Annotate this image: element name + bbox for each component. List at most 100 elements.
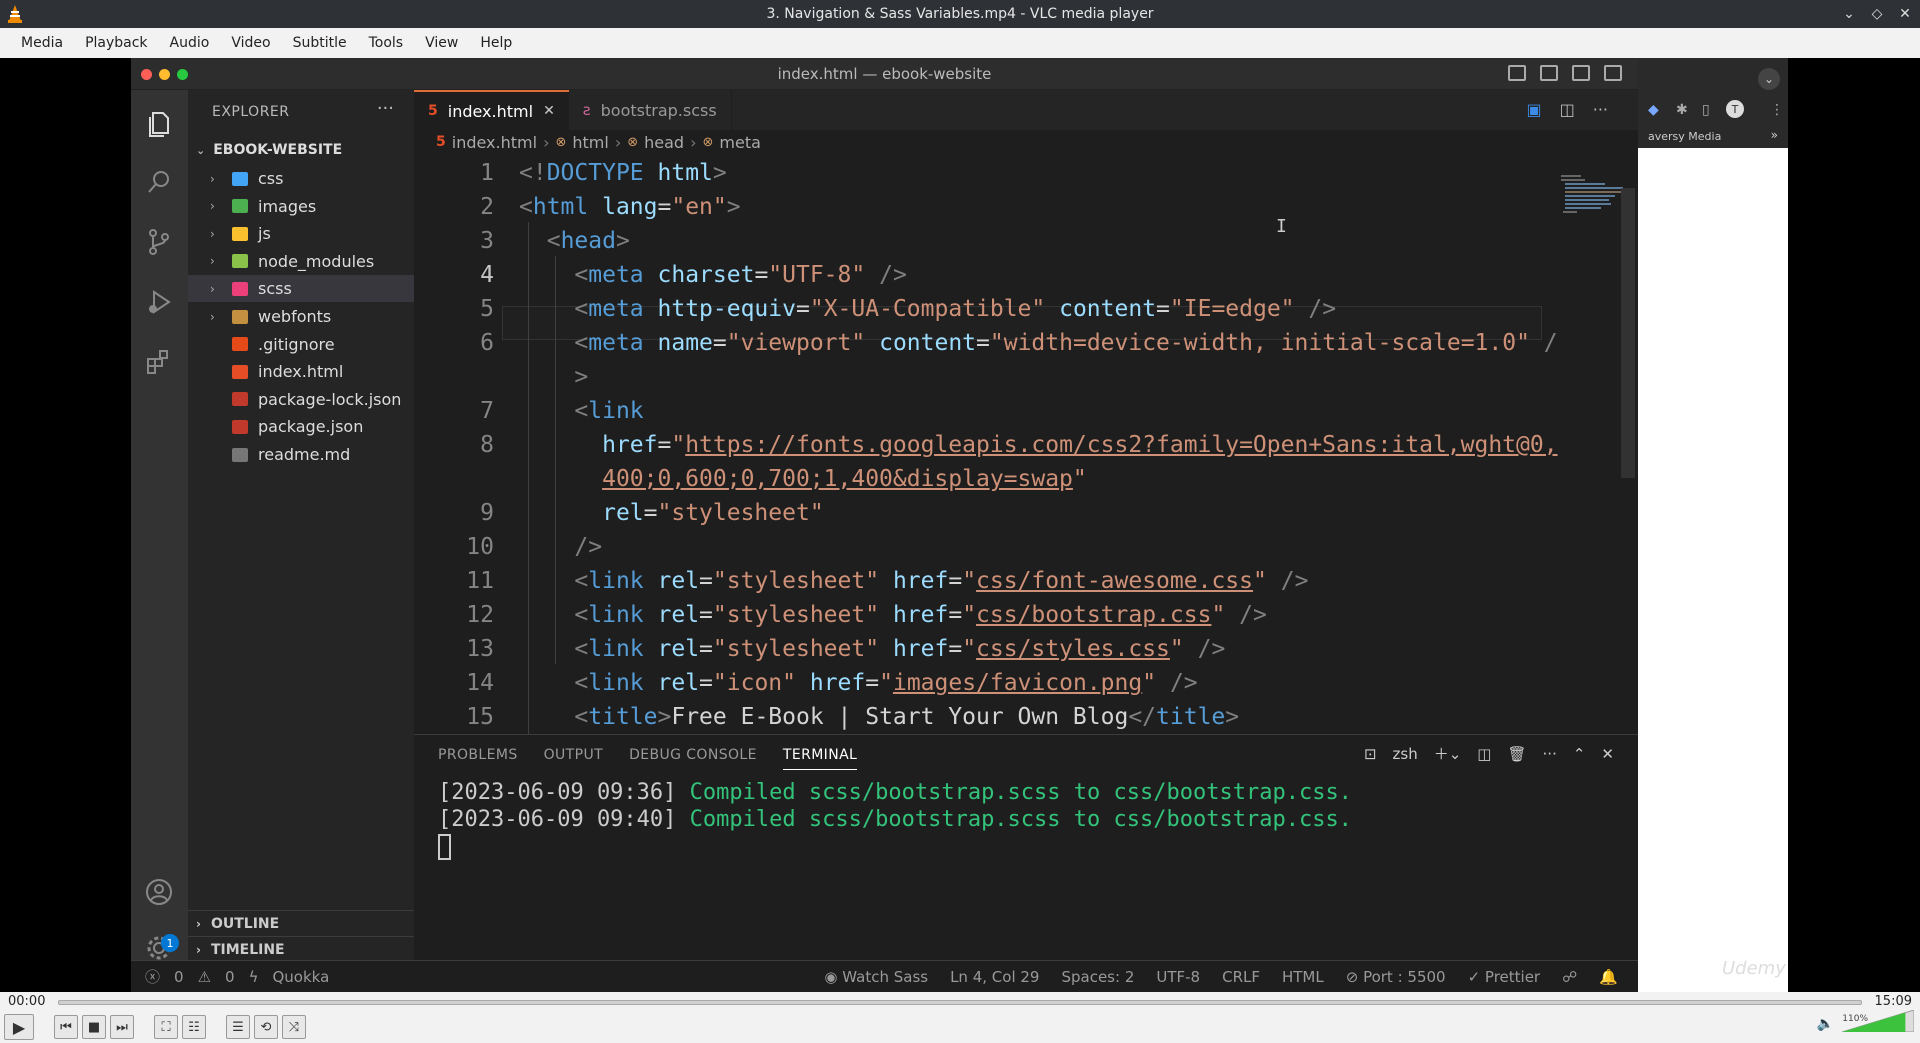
volume-slider[interactable] — [1842, 1010, 1914, 1032]
code-line: 5 <meta http-equiv="X-UA-Compatible" con… — [414, 292, 1638, 326]
close-icon: ✕ — [543, 103, 555, 119]
code-token: href — [892, 602, 949, 628]
more-actions-icon: ··· — [1592, 100, 1608, 119]
tab-problems: PROBLEMS — [438, 747, 518, 763]
trash-icon: 🗑 — [1507, 744, 1527, 763]
code-line: 14 <link rel="icon" href="images/favicon… — [414, 666, 1638, 700]
toggle-secondary-sidebar-icon — [1572, 65, 1590, 81]
menu-audio[interactable]: Audio — [159, 35, 221, 51]
menu-video[interactable]: Video — [220, 35, 281, 51]
zoom-light — [177, 69, 188, 80]
explorer-sidebar: EXPLORER ··· ⌄ EBOOK-WEBSITE › css › images… — [188, 90, 414, 960]
code-token: > — [574, 364, 589, 390]
bell-icon: 🔔 — [1599, 967, 1618, 986]
code-token: < — [574, 704, 589, 730]
line-number: 3 — [480, 228, 494, 254]
project-folder: ⌄ EBOOK-WEBSITE — [188, 138, 414, 162]
folder-icon — [232, 226, 248, 241]
code-token: = — [657, 432, 672, 458]
code-token: = — [948, 636, 963, 662]
playlist-button[interactable]: ☰ — [226, 1015, 250, 1039]
code-token: rel — [657, 568, 700, 594]
breadcrumb-file: index.html — [451, 132, 538, 152]
live-server-port: ⊘ Port : 5500 — [1345, 967, 1446, 986]
code-token: " — [962, 602, 977, 628]
speaker-icon[interactable]: 🔈 — [1817, 1016, 1834, 1032]
file-icon — [232, 419, 248, 434]
code-token: css/font-awesome.css — [976, 568, 1253, 594]
code-token: > — [1225, 704, 1240, 730]
previous-button[interactable]: ⏮ — [54, 1015, 78, 1039]
menu-help[interactable]: Help — [469, 35, 523, 51]
extended-settings-button[interactable]: ☷ — [182, 1015, 206, 1039]
maximize-icon[interactable]: ◇ — [1868, 6, 1886, 22]
code-token: </ — [1128, 704, 1157, 730]
code-token: = — [795, 296, 810, 322]
avatar: T — [1726, 100, 1744, 118]
fullscreen-button[interactable]: ⛶ — [154, 1015, 178, 1039]
browser-toolbar: ⌄ ◆ ✱ ▯ T ⋮ aversy Media » — [1638, 58, 1788, 148]
code-token: title — [588, 704, 658, 730]
video-frame[interactable]: index.html — ebook-website 1 EXPLORER ··… — [0, 58, 1920, 992]
tab-debug-console: DEBUG CONSOLE — [629, 747, 757, 763]
code-token: " — [962, 636, 977, 662]
code-text: <html lang="en"> — [519, 190, 741, 224]
code-token: " — [962, 568, 977, 594]
file-icon — [232, 392, 248, 407]
menu-media[interactable]: Media — [10, 35, 74, 51]
chevron-right-icon: › — [690, 132, 697, 152]
chevron-right-icon: › — [196, 916, 201, 931]
code-token: = — [865, 670, 880, 696]
code-token: "X-UA-Compatible" — [809, 296, 1046, 322]
status-bar: ⓧ 0 ⚠ 0 ϟ Quokka ◉ Watch Sass Ln 4, Col … — [131, 960, 1638, 992]
line-number: 7 — [480, 398, 494, 424]
tree-item-label: .gitignore — [258, 334, 335, 354]
line-number: 5 — [480, 296, 494, 322]
next-button[interactable]: ⏭ — [110, 1015, 134, 1039]
code-text: 400;0,600;0,700;1,400&display=swap" — [519, 462, 1087, 496]
tab-terminal: TERMINAL — [782, 747, 858, 770]
terminal-cursor — [438, 834, 451, 860]
code-token: " — [879, 670, 893, 696]
menu-view[interactable]: View — [414, 35, 469, 51]
tree-item: ›readme.md — [188, 441, 414, 468]
code-text: <head> — [519, 224, 630, 258]
close-icon[interactable]: ✕ — [1896, 6, 1914, 22]
loop-button[interactable]: ⟲ — [254, 1015, 278, 1039]
menu-subtitle[interactable]: Subtitle — [282, 35, 358, 51]
shuffle-button[interactable]: ⤨ — [282, 1015, 306, 1039]
play-button[interactable]: ▶ — [4, 1014, 34, 1040]
code-token: < — [574, 602, 589, 628]
code-token: <! — [519, 160, 547, 186]
code-line: 13 <link rel="stylesheet" href="css/styl… — [414, 632, 1638, 666]
code-token: = — [699, 636, 713, 662]
code-token: name — [657, 330, 713, 356]
menu-playback[interactable]: Playback — [74, 35, 158, 51]
tree-item-label: js — [258, 224, 271, 244]
tab-output: OUTPUT — [543, 747, 604, 763]
seek-bar[interactable] — [58, 1000, 1862, 1005]
feedback-icon: ☍ — [1562, 967, 1578, 986]
minimize-icon[interactable]: ⌄ — [1840, 6, 1858, 22]
tab-label: bootstrap.scss — [600, 100, 717, 120]
eye-icon: ◉ — [824, 967, 843, 986]
stop-button[interactable]: ■ — [82, 1015, 106, 1039]
code-token: rel — [657, 670, 700, 696]
line-number: 6 — [480, 330, 494, 356]
vscode-title-bar: index.html — ebook-website — [131, 58, 1638, 90]
menu-tools[interactable]: Tools — [358, 35, 415, 51]
terminal-output: [2023-06-09 09:36] Compiled scss/bootstr… — [438, 779, 1352, 860]
code-token: content — [1059, 296, 1157, 322]
run-debug-icon — [141, 284, 177, 320]
